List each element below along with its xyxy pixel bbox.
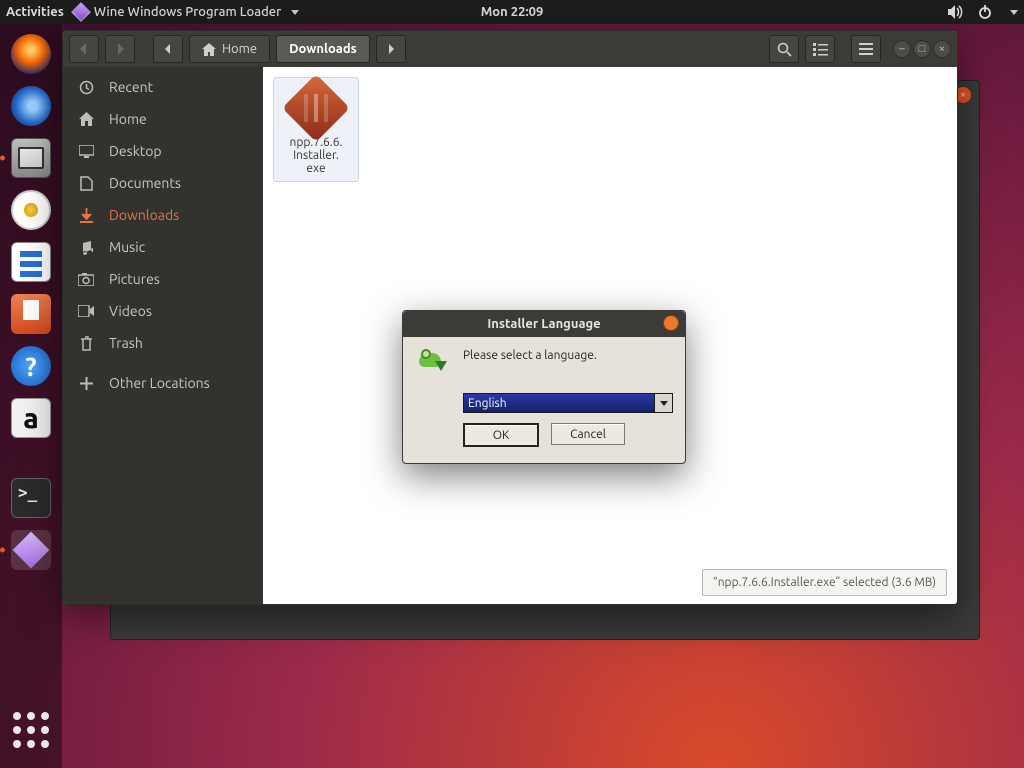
clock[interactable]: Mon 22:09 (481, 5, 544, 19)
notepadpp-icon (417, 347, 449, 375)
sidebar-item-other-locations[interactable]: Other Locations (63, 367, 263, 399)
search-icon (777, 42, 792, 57)
sidebar-item-music[interactable]: Music (63, 231, 263, 263)
sidebar-label: Pictures (109, 271, 160, 287)
hamburger-icon (859, 43, 873, 55)
sidebar-item-recent[interactable]: Recent (63, 71, 263, 103)
path-forward-button[interactable] (376, 35, 406, 63)
trash-icon (77, 336, 95, 351)
thunderbird-icon (11, 86, 51, 126)
rhythmbox-icon (11, 190, 51, 230)
sidebar-label: Desktop (109, 143, 162, 159)
path-home-label: Home (222, 42, 257, 56)
dock-amazon[interactable]: a (7, 394, 55, 442)
home-icon (77, 112, 95, 126)
installer-language-dialog: Installer Language Please select a langu… (402, 310, 686, 464)
files-icon (11, 138, 51, 178)
nav-forward-button[interactable] (105, 35, 135, 63)
hamburger-menu-button[interactable] (851, 35, 881, 63)
show-applications-button[interactable] (7, 706, 55, 754)
sidebar-item-trash[interactable]: Trash (63, 327, 263, 359)
language-selected-value: English (468, 397, 507, 410)
terminal-icon (11, 478, 51, 518)
app-menu[interactable]: Wine Windows Program Loader (74, 5, 299, 19)
dock-firefox[interactable] (7, 30, 55, 78)
document-icon (77, 176, 95, 191)
firefox-icon (11, 34, 51, 74)
window-controls: – □ × (893, 40, 951, 58)
chevron-down-icon (291, 10, 299, 15)
dialog-title: Installer Language (487, 317, 600, 331)
video-icon (77, 305, 95, 317)
volume-icon[interactable] (948, 5, 964, 19)
dock-thunderbird[interactable] (7, 82, 55, 130)
dock-wine[interactable] (7, 526, 55, 574)
view-toggle-button[interactable] (805, 35, 835, 63)
download-icon (77, 208, 95, 223)
gnome-top-panel: Activities Wine Windows Program Loader M… (0, 0, 1024, 24)
sidebar-label: Trash (109, 335, 143, 351)
sidebar-item-videos[interactable]: Videos (63, 295, 263, 327)
dialog-close-button[interactable] (663, 315, 679, 331)
camera-icon (77, 273, 95, 286)
files-statusbar: “npp.7.6.6.Installer.exe” selected (3.6 … (702, 569, 947, 596)
dock-terminal[interactable] (7, 474, 55, 522)
sidebar-item-pictures[interactable]: Pictures (63, 263, 263, 295)
plus-icon (77, 377, 95, 390)
files-headerbar: Home Downloads – □ × (63, 31, 957, 67)
desktop-icon (77, 145, 95, 158)
dock-help[interactable]: ? (7, 342, 55, 390)
chevron-down-icon (654, 394, 672, 412)
music-icon (77, 240, 95, 255)
dialog-prompt: Please select a language. (463, 347, 597, 362)
dialog-titlebar[interactable]: Installer Language (403, 311, 685, 337)
ubuntu-dock: ? a (0, 24, 62, 768)
sidebar-item-documents[interactable]: Documents (63, 167, 263, 199)
file-item-npp-installer[interactable]: npp.7.6.6. Installer. exe (273, 77, 359, 182)
sidebar-label: Music (109, 239, 145, 255)
dock-software[interactable] (7, 290, 55, 338)
sidebar-label: Downloads (109, 207, 179, 223)
exe-icon (282, 74, 350, 142)
file-name-line3: exe (276, 162, 356, 175)
sidebar-item-desktop[interactable]: Desktop (63, 135, 263, 167)
file-name-line2: Installer. (276, 149, 356, 162)
nav-back-button[interactable] (69, 35, 99, 63)
home-icon (202, 43, 216, 56)
files-sidebar: Recent Home Desktop Documents Downloads … (63, 67, 263, 604)
sidebar-item-downloads[interactable]: Downloads (63, 199, 263, 231)
software-center-icon (11, 294, 51, 334)
dock-rhythmbox[interactable] (7, 186, 55, 234)
wine-icon (71, 2, 91, 22)
language-dropdown[interactable]: English (463, 393, 673, 413)
system-menu-chevron-icon[interactable] (1010, 10, 1018, 15)
clock-icon (77, 80, 95, 95)
sidebar-label: Home (109, 111, 147, 127)
cancel-button[interactable]: Cancel (551, 423, 625, 445)
maximize-button[interactable]: □ (913, 40, 931, 58)
minimize-button[interactable]: – (893, 40, 911, 58)
sidebar-label: Videos (109, 303, 152, 319)
wine-app-icon (11, 530, 51, 570)
sidebar-item-home[interactable]: Home (63, 103, 263, 135)
amazon-icon: a (11, 398, 51, 438)
sidebar-label: Documents (109, 175, 181, 191)
list-view-icon (813, 43, 828, 56)
activities-button[interactable]: Activities (6, 5, 64, 19)
sidebar-label: Other Locations (109, 375, 210, 391)
libreoffice-writer-icon (11, 242, 51, 282)
ok-button[interactable]: OK (463, 423, 539, 447)
dock-files[interactable] (7, 134, 55, 182)
path-current-label: Downloads (289, 42, 357, 56)
power-icon[interactable] (978, 5, 992, 19)
close-button[interactable]: × (933, 40, 951, 58)
dock-libreoffice[interactable] (7, 238, 55, 286)
search-button[interactable] (769, 35, 799, 63)
path-back-button[interactable] (153, 35, 183, 63)
app-menu-label: Wine Windows Program Loader (94, 5, 281, 19)
sidebar-label: Recent (109, 79, 153, 95)
path-segment-current[interactable]: Downloads (276, 35, 370, 63)
help-icon: ? (11, 346, 51, 386)
path-segment-home[interactable]: Home (189, 35, 270, 63)
